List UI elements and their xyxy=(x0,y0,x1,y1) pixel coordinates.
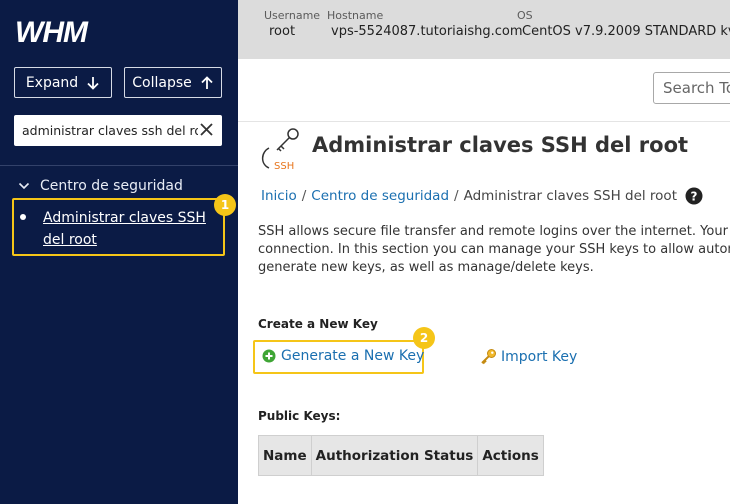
column-header-authorization-status[interactable]: Authorization Status xyxy=(310,435,479,476)
hostname-label: Hostname xyxy=(327,9,384,22)
sidebar-item-manage-ssh-keys[interactable]: Administrar claves SSH del root xyxy=(43,207,213,251)
import-key-link[interactable]: Import Key xyxy=(480,348,577,365)
help-icon[interactable]: ? xyxy=(685,187,703,205)
arrow-up-icon xyxy=(201,75,213,89)
breadcrumb-security-center[interactable]: Centro de seguridad xyxy=(311,188,449,204)
whm-logo[interactable]: WHM xyxy=(14,16,108,46)
sidebar-search-input[interactable]: administrar claves ssh del root xyxy=(14,115,222,146)
column-header-name[interactable]: Name xyxy=(258,435,312,476)
create-key-heading: Create a New Key xyxy=(258,317,378,331)
svg-text:SSH: SSH xyxy=(274,161,294,172)
table-header-row: Name Authorization Status Actions xyxy=(258,435,544,476)
sidebar-search-value: administrar claves ssh del root xyxy=(22,123,198,138)
description-line: connection. In this section you can mana… xyxy=(258,242,730,257)
generate-new-key-label: Generate a New Key xyxy=(281,348,425,364)
public-keys-table: Name Authorization Status Actions xyxy=(258,435,544,476)
sidebar-category-security[interactable]: Centro de seguridad xyxy=(18,178,183,194)
clear-search-icon[interactable] xyxy=(199,122,214,137)
collapse-label: Collapse xyxy=(132,74,192,91)
description-line: SSH allows secure file transfer and remo… xyxy=(258,224,728,239)
chevron-down-icon xyxy=(18,182,30,190)
import-key-label: Import Key xyxy=(501,348,578,365)
username-value: root xyxy=(269,24,296,39)
arrow-down-icon xyxy=(87,76,99,90)
main-content: Search To SSH Administrar claves SSH del… xyxy=(238,59,730,504)
collapse-button[interactable]: Collapse xyxy=(124,67,222,98)
content-divider xyxy=(238,121,730,122)
breadcrumb: Inicio / Centro de seguridad / Administr… xyxy=(261,187,703,205)
os-value: CentOS v7.9.2009 STANDARD kvm xyxy=(522,24,730,39)
column-header-actions: Actions xyxy=(477,435,544,476)
breadcrumb-home[interactable]: Inicio xyxy=(261,188,297,204)
breadcrumb-separator: / xyxy=(454,188,459,204)
ssh-key-icon: SSH xyxy=(261,128,299,172)
svg-text:WHM: WHM xyxy=(15,16,89,46)
os-label: OS xyxy=(517,9,533,22)
expand-label: Expand xyxy=(25,74,79,91)
add-circle-icon xyxy=(262,349,276,363)
sidebar-category-label: Centro de seguridad xyxy=(40,178,183,194)
server-info-header: Username root Hostname vps-5524087.tutor… xyxy=(238,0,730,59)
sidebar: WHM Expand Collapse administrar claves s… xyxy=(0,0,238,504)
svg-text:?: ? xyxy=(691,190,698,204)
key-icon xyxy=(481,349,496,365)
generate-new-key-link[interactable]: Generate a New Key xyxy=(262,348,424,364)
callout-badge-1: 1 xyxy=(214,194,236,216)
hostname-value: vps-5524087.tutoriaishg.com xyxy=(331,24,523,39)
callout-badge-2: 2 xyxy=(413,327,435,349)
search-tools-placeholder: Search To xyxy=(663,79,730,97)
breadcrumb-current: Administrar claves SSH del root xyxy=(463,188,677,204)
breadcrumb-separator: / xyxy=(301,188,307,204)
page-title: Administrar claves SSH del root xyxy=(312,133,689,157)
bullet-icon xyxy=(20,214,26,220)
description-line: generate new keys, as well as manage/del… xyxy=(258,260,594,275)
username-label: Username xyxy=(264,9,321,22)
search-tools-input[interactable]: Search To xyxy=(653,72,730,104)
expand-button[interactable]: Expand xyxy=(14,67,112,98)
page-description: SSH allows secure file transfer and remo… xyxy=(258,223,730,277)
sidebar-divider xyxy=(0,165,238,166)
public-keys-heading: Public Keys: xyxy=(258,409,341,423)
